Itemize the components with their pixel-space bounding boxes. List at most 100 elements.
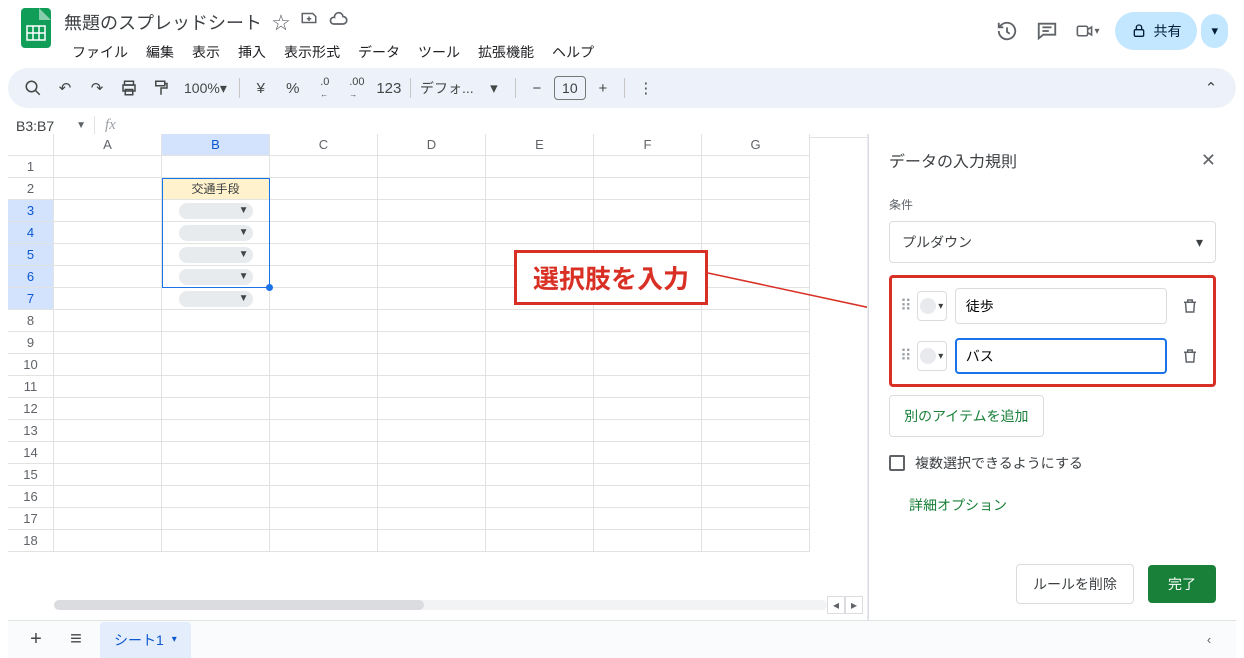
grid-cell[interactable] — [270, 398, 378, 420]
more-toolbar-icon[interactable]: ⋮ — [631, 73, 661, 103]
grid-cell[interactable] — [486, 376, 594, 398]
grid-cell[interactable] — [702, 376, 810, 398]
grid-cell[interactable] — [54, 266, 162, 288]
grid-cell[interactable] — [594, 222, 702, 244]
share-button[interactable]: 共有 — [1115, 12, 1197, 50]
grid-cell[interactable] — [702, 178, 810, 200]
grid-cell[interactable] — [270, 178, 378, 200]
grid-cell[interactable] — [378, 442, 486, 464]
grid-cell[interactable] — [270, 486, 378, 508]
grid-cell[interactable] — [162, 508, 270, 530]
name-box[interactable]: B3:B7▼ — [8, 116, 94, 136]
grid-cell[interactable] — [594, 464, 702, 486]
grid-cell[interactable] — [702, 464, 810, 486]
grid-cell[interactable] — [702, 530, 810, 552]
color-picker[interactable]: ▾ — [917, 291, 947, 321]
number-format-button[interactable]: 123 — [374, 73, 404, 103]
undo-icon[interactable]: ↶ — [50, 73, 80, 103]
grid-cell[interactable] — [378, 508, 486, 530]
grid-cell[interactable] — [270, 442, 378, 464]
font-size-decrease[interactable]: − — [522, 73, 552, 103]
font-select[interactable]: デフォ... — [417, 73, 477, 103]
grid-cell[interactable] — [594, 530, 702, 552]
grid-cell[interactable] — [378, 266, 486, 288]
grid-cell[interactable] — [378, 530, 486, 552]
column-header[interactable]: D — [378, 134, 486, 156]
grid-cell[interactable] — [594, 310, 702, 332]
grid-cell[interactable] — [162, 376, 270, 398]
grid-cell[interactable] — [162, 486, 270, 508]
grid-cell[interactable] — [54, 332, 162, 354]
grid-cell[interactable] — [702, 354, 810, 376]
grid-cell[interactable] — [162, 398, 270, 420]
grid-cell[interactable] — [378, 222, 486, 244]
grid-cell[interactable] — [378, 156, 486, 178]
add-option-button[interactable]: 別のアイテムを追加 — [889, 395, 1044, 437]
menu-extensions[interactable]: 拡張機能 — [470, 38, 542, 66]
grid-cell[interactable] — [486, 508, 594, 530]
grid-cell[interactable] — [702, 200, 810, 222]
grid-cell[interactable] — [702, 398, 810, 420]
drag-handle-icon[interactable]: ⠿ — [900, 346, 909, 366]
row-header[interactable]: 1 — [8, 156, 54, 178]
grid-cell[interactable] — [162, 156, 270, 178]
print-icon[interactable] — [114, 73, 144, 103]
advanced-options-link[interactable]: 詳細オプション — [909, 495, 1216, 515]
grid-cell[interactable] — [54, 178, 162, 200]
delete-option-icon[interactable] — [1175, 297, 1205, 315]
sheet-tab[interactable]: シート1▾ — [100, 622, 191, 658]
grid-cell[interactable] — [54, 420, 162, 442]
star-icon[interactable]: ☆ — [272, 9, 290, 35]
grid-cell[interactable] — [54, 376, 162, 398]
grid-cell[interactable] — [162, 310, 270, 332]
grid-cell[interactable] — [594, 332, 702, 354]
sheet-nav-arrows[interactable]: ◂▸ — [827, 596, 863, 614]
row-header[interactable]: 17 — [8, 508, 54, 530]
grid-cell[interactable] — [54, 464, 162, 486]
column-header[interactable]: C — [270, 134, 378, 156]
grid-cell[interactable] — [378, 178, 486, 200]
zoom-select[interactable]: 100% ▾ — [178, 73, 233, 103]
row-header[interactable]: 15 — [8, 464, 54, 486]
grid-cell[interactable] — [54, 508, 162, 530]
delete-option-icon[interactable] — [1175, 347, 1205, 365]
grid-cell[interactable] — [594, 376, 702, 398]
color-picker[interactable]: ▾ — [917, 341, 947, 371]
grid-cell[interactable] — [162, 464, 270, 486]
grid-cell[interactable] — [54, 398, 162, 420]
font-size-increase[interactable]: + — [588, 73, 618, 103]
grid-cell[interactable] — [486, 200, 594, 222]
grid-cell[interactable] — [486, 222, 594, 244]
currency-button[interactable]: ¥ — [246, 73, 276, 103]
grid-cell[interactable] — [378, 354, 486, 376]
row-header[interactable]: 10 — [8, 354, 54, 376]
all-sheets-button[interactable]: ≡ — [60, 624, 92, 656]
grid-cell[interactable] — [702, 442, 810, 464]
add-sheet-button[interactable]: + — [20, 624, 52, 656]
grid-cell[interactable] — [270, 288, 378, 310]
grid-cell[interactable] — [486, 486, 594, 508]
grid-cell[interactable] — [486, 156, 594, 178]
history-icon[interactable] — [995, 19, 1019, 43]
grid-cell[interactable] — [162, 332, 270, 354]
meet-icon[interactable]: ▾ — [1075, 19, 1099, 43]
menu-insert[interactable]: 挿入 — [230, 38, 274, 66]
close-icon[interactable]: ✕ — [1201, 150, 1216, 171]
grid-cell[interactable] — [54, 244, 162, 266]
menu-help[interactable]: ヘルプ — [544, 38, 602, 66]
grid-cell[interactable] — [702, 508, 810, 530]
grid-cell[interactable] — [378, 420, 486, 442]
grid-cell[interactable] — [54, 288, 162, 310]
row-header[interactable]: 5 — [8, 244, 54, 266]
increase-decimal-button[interactable]: .00→ — [342, 73, 372, 103]
menu-tools[interactable]: ツール — [410, 38, 468, 66]
grid-cell[interactable] — [702, 486, 810, 508]
grid-cell[interactable] — [54, 486, 162, 508]
multi-select-checkbox[interactable] — [889, 455, 905, 471]
grid-cell[interactable]: 交通手段 — [162, 178, 270, 200]
row-header[interactable]: 12 — [8, 398, 54, 420]
grid-cell[interactable]: ▼ — [162, 222, 270, 244]
grid-cell[interactable]: ▼ — [162, 244, 270, 266]
grid-cell[interactable] — [54, 222, 162, 244]
grid-cell[interactable] — [270, 156, 378, 178]
